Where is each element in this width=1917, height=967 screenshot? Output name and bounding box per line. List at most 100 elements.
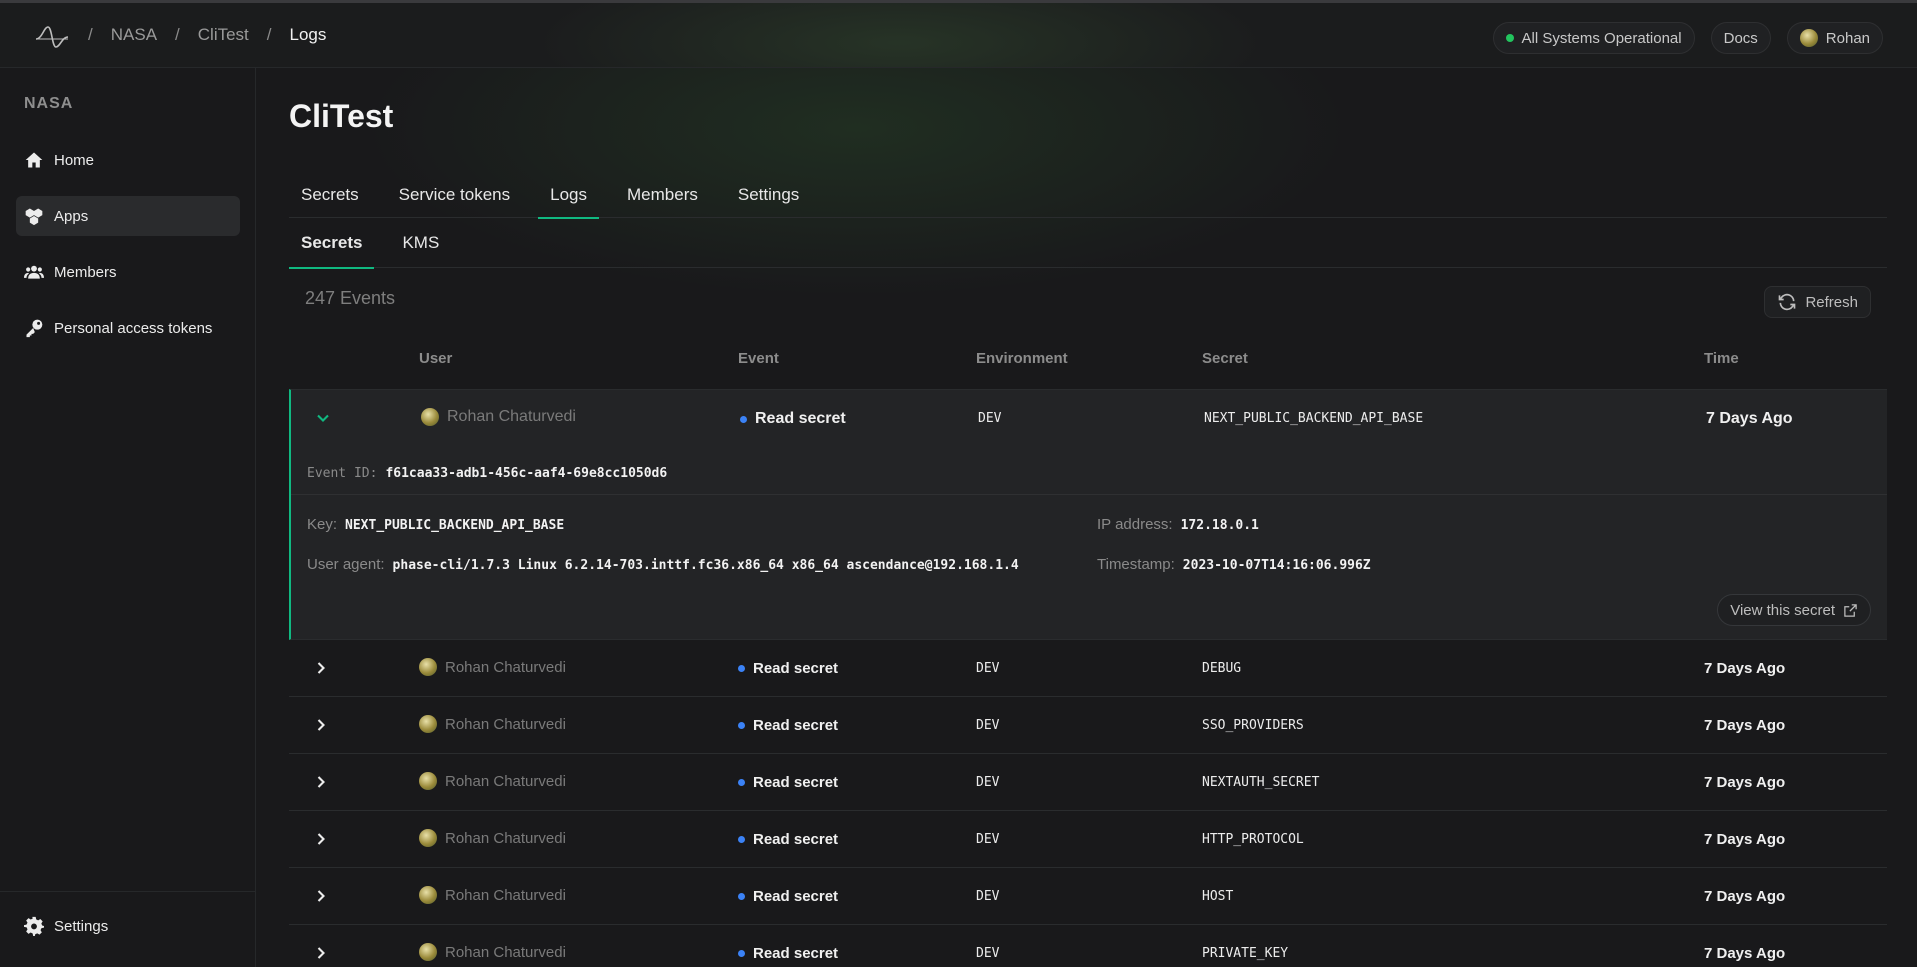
row-secret: NEXT_PUBLIC_BACKEND_API_BASE — [1204, 411, 1424, 426]
breadcrumb-org[interactable]: NASA — [111, 25, 157, 45]
tab-settings[interactable]: Settings — [726, 172, 811, 218]
ip-label: IP address: — [1097, 516, 1173, 533]
ip-detail: IP address: 172.18.0.1 — [1097, 516, 1259, 533]
row-secret: SSO_PROVIDERS — [1202, 718, 1304, 733]
row-environment: DEV — [976, 832, 1000, 847]
table-row[interactable]: Rohan Chaturvedi Read secret DEV HOST 7 … — [289, 868, 1887, 925]
row-time: 7 Days Ago — [1706, 410, 1793, 427]
sidebar-footer: Settings — [0, 891, 256, 967]
gear-icon — [24, 916, 44, 936]
table-row[interactable]: Rohan Chaturvedi Read secret DEV DEBUG 7… — [289, 640, 1887, 697]
tab-service-tokens[interactable]: Service tokens — [387, 172, 523, 218]
row-user: Rohan Chaturvedi — [447, 408, 576, 425]
key-detail: Key: NEXT_PUBLIC_BACKEND_API_BASE — [307, 516, 564, 533]
chevron-right-icon — [317, 947, 325, 959]
row-time: 7 Days Ago — [1704, 660, 1786, 677]
key-value: NEXT_PUBLIC_BACKEND_API_BASE — [345, 518, 565, 533]
chevron-down-icon — [317, 414, 329, 422]
row-user: Rohan Chaturvedi — [445, 658, 566, 676]
row-time: 7 Days Ago — [1704, 774, 1786, 791]
user-name: Rohan — [1825, 29, 1870, 47]
avatar — [421, 408, 439, 426]
row-environment: DEV — [976, 889, 1000, 904]
row-user: Rohan Chaturvedi — [445, 772, 566, 790]
docs-button[interactable]: Docs — [1710, 22, 1771, 54]
table-row[interactable]: Rohan Chaturvedi Read secret DEV PRIVATE… — [289, 925, 1887, 967]
user-agent-detail: User agent: phase-cli/1.7.3 Linux 6.2.14… — [307, 556, 1019, 573]
event-dot-icon — [740, 415, 747, 423]
row-user: Rohan Chaturvedi — [445, 886, 566, 904]
row-user: Rohan Chaturvedi — [445, 715, 566, 733]
table-row[interactable]: Rohan Chaturvedi Read secret DEV SSO_PRO… — [289, 697, 1887, 754]
row-environment: DEV — [976, 775, 1000, 790]
row-event: Read secret — [753, 945, 839, 962]
sidebar-item-tokens[interactable]: Personal access tokens — [16, 308, 240, 348]
page-title: CliTest — [289, 98, 394, 134]
sidebar-item-members[interactable]: Members — [16, 252, 240, 292]
refresh-label: Refresh — [1805, 293, 1858, 311]
row-time: 7 Days Ago — [1704, 717, 1786, 734]
table-row[interactable]: Rohan Chaturvedi Read secret DEV NEXTAUT… — [289, 754, 1887, 811]
members-icon — [24, 265, 44, 279]
sidebar-item-label: Apps — [54, 207, 89, 225]
chevron-right-icon — [317, 833, 325, 845]
key-icon — [26, 319, 43, 338]
external-link-icon — [1844, 603, 1857, 617]
sidebar-item-home[interactable]: Home — [16, 140, 240, 180]
row-secret: NEXTAUTH_SECRET — [1202, 775, 1320, 790]
row-secret: HTTP_PROTOCOL — [1202, 832, 1304, 847]
table-row-expanded[interactable]: Rohan Chaturvedi Read secret DEV NEXT_PU… — [289, 389, 1887, 640]
row-event: Read secret — [753, 831, 839, 848]
row-secret: DEBUG — [1202, 661, 1242, 676]
row-user: Rohan Chaturvedi — [445, 943, 566, 961]
ip-value: 172.18.0.1 — [1180, 518, 1259, 533]
refresh-icon — [1779, 293, 1796, 311]
column-secret: Secret — [1202, 350, 1248, 367]
expand-toggle[interactable] — [311, 829, 331, 849]
subtab-kms[interactable]: KMS — [390, 218, 451, 268]
subtab-secrets[interactable]: Secrets — [289, 218, 375, 269]
row-event: Read secret — [753, 660, 839, 677]
tab-members[interactable]: Members — [615, 172, 710, 218]
timestamp-label: Timestamp: — [1097, 556, 1175, 573]
chevron-right-icon — [317, 719, 325, 731]
sidebar-org-name: NASA — [24, 95, 74, 112]
table-header: User Event Environment Secret Time — [289, 340, 1887, 390]
breadcrumb-current: Logs — [289, 25, 327, 44]
breadcrumb-app[interactable]: CliTest — [198, 25, 249, 45]
sidebar-item-label: Personal access tokens — [54, 319, 213, 337]
event-id-label: Event ID: — [307, 466, 378, 481]
row-event: Read secret — [753, 774, 839, 791]
status-dot-icon — [1505, 34, 1514, 42]
row-event: Read secret — [753, 888, 839, 905]
status-pill[interactable]: All Systems Operational — [1492, 22, 1695, 54]
app-logo-icon[interactable] — [34, 23, 70, 51]
avatar — [419, 658, 437, 676]
expand-toggle[interactable] — [311, 715, 331, 735]
expand-toggle[interactable] — [311, 943, 331, 963]
event-dot-icon — [738, 893, 745, 900]
expand-toggle[interactable] — [311, 886, 331, 906]
status-text: All Systems Operational — [1521, 29, 1682, 47]
view-secret-button[interactable]: View this secret — [1717, 594, 1871, 626]
tab-logs[interactable]: Logs — [538, 172, 599, 219]
view-secret-label: View this secret — [1730, 601, 1835, 619]
event-dot-icon — [738, 779, 745, 786]
expand-toggle[interactable] — [311, 658, 331, 678]
collapse-toggle[interactable] — [313, 408, 333, 428]
sidebar-item-settings[interactable]: Settings — [16, 906, 240, 946]
tab-secrets[interactable]: Secrets — [289, 172, 371, 218]
row-environment: DEV — [976, 661, 1000, 676]
row-environment: DEV — [976, 718, 1000, 733]
column-time: Time — [1704, 350, 1739, 367]
table-row[interactable]: Rohan Chaturvedi Read secret DEV HTTP_PR… — [289, 811, 1887, 868]
refresh-button[interactable]: Refresh — [1764, 286, 1871, 318]
log-subtabs: Secrets KMS — [289, 218, 1887, 269]
column-event: Event — [738, 350, 779, 367]
user-menu-button[interactable]: Rohan — [1786, 22, 1883, 54]
sidebar-item-label: Settings — [54, 917, 109, 935]
event-id-detail: Event ID: f61caa33-adb1-456c-aaf4-69e8cc… — [307, 466, 667, 481]
sidebar-item-apps[interactable]: Apps — [16, 196, 240, 236]
row-time: 7 Days Ago — [1704, 945, 1786, 962]
expand-toggle[interactable] — [311, 772, 331, 792]
